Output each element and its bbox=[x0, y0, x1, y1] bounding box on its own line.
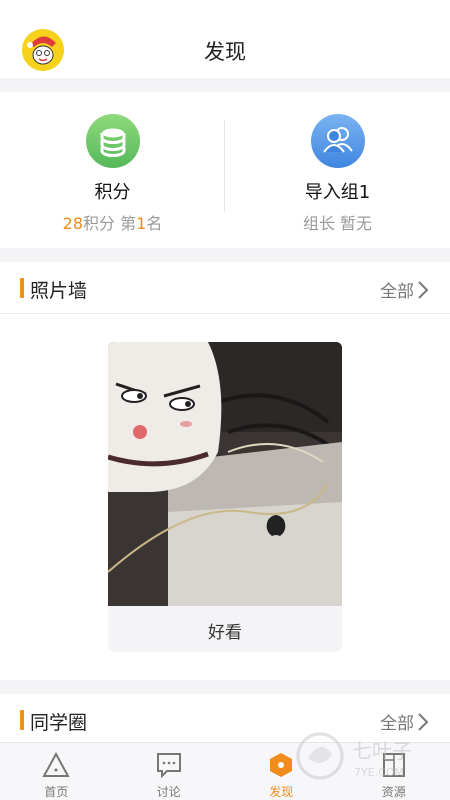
chevron-right-icon bbox=[418, 280, 428, 299]
page-title: 发现 bbox=[204, 40, 246, 64]
classmates-title: 同学圈 bbox=[30, 712, 88, 734]
points-rank: 28积分 第1名 bbox=[62, 214, 163, 233]
more-label: 全部 bbox=[380, 282, 414, 302]
tab-label: 讨论 bbox=[156, 785, 181, 799]
tab-label: 发现 bbox=[269, 785, 294, 799]
tab-discussion[interactable]: 讨论 bbox=[113, 743, 226, 800]
section-accent-bar bbox=[20, 278, 24, 298]
photo-image bbox=[108, 342, 342, 606]
points-title: 积分 bbox=[94, 182, 131, 203]
points-card[interactable]: 积分 28积分 第1名 bbox=[0, 92, 225, 248]
hexagon-discover-icon bbox=[270, 753, 292, 777]
photo-wall-more-link[interactable]: 全部 bbox=[380, 277, 428, 302]
photo-caption: 好看 bbox=[208, 623, 242, 643]
tab-label: 资源 bbox=[381, 785, 406, 799]
triangle-home-icon bbox=[42, 751, 70, 777]
tab-label: 首页 bbox=[44, 785, 69, 799]
coins-stack-icon bbox=[86, 114, 140, 168]
photo-card[interactable]: 好看 bbox=[108, 342, 342, 652]
photo-wall-header: 照片墙 全部 bbox=[0, 262, 450, 314]
top-header: 发现 bbox=[0, 0, 450, 78]
group-leader: 组长 暂无 bbox=[302, 214, 373, 233]
photo-wall-title: 照片墙 bbox=[30, 280, 88, 302]
watermark-logo: 七叶子 7YE.COM bbox=[292, 728, 442, 784]
watermark-subtext: 7YE.COM bbox=[354, 766, 404, 779]
section-accent-bar bbox=[20, 710, 24, 730]
leaf-logo-icon: 七叶子 7YE.COM bbox=[296, 732, 412, 780]
group-users-icon bbox=[311, 114, 365, 168]
stats-panel: 积分 28积分 第1名 导入组1 组长 暂无 bbox=[0, 92, 450, 248]
group-title: 导入组1 bbox=[304, 182, 371, 203]
group-card[interactable]: 导入组1 组长 暂无 bbox=[225, 92, 450, 248]
chat-bubble-icon bbox=[156, 753, 181, 779]
photo-wall-section: 照片墙 全部 好看 bbox=[0, 262, 450, 680]
watermark-text: 七叶子 bbox=[352, 739, 412, 763]
tab-home[interactable]: 首页 bbox=[0, 743, 113, 800]
